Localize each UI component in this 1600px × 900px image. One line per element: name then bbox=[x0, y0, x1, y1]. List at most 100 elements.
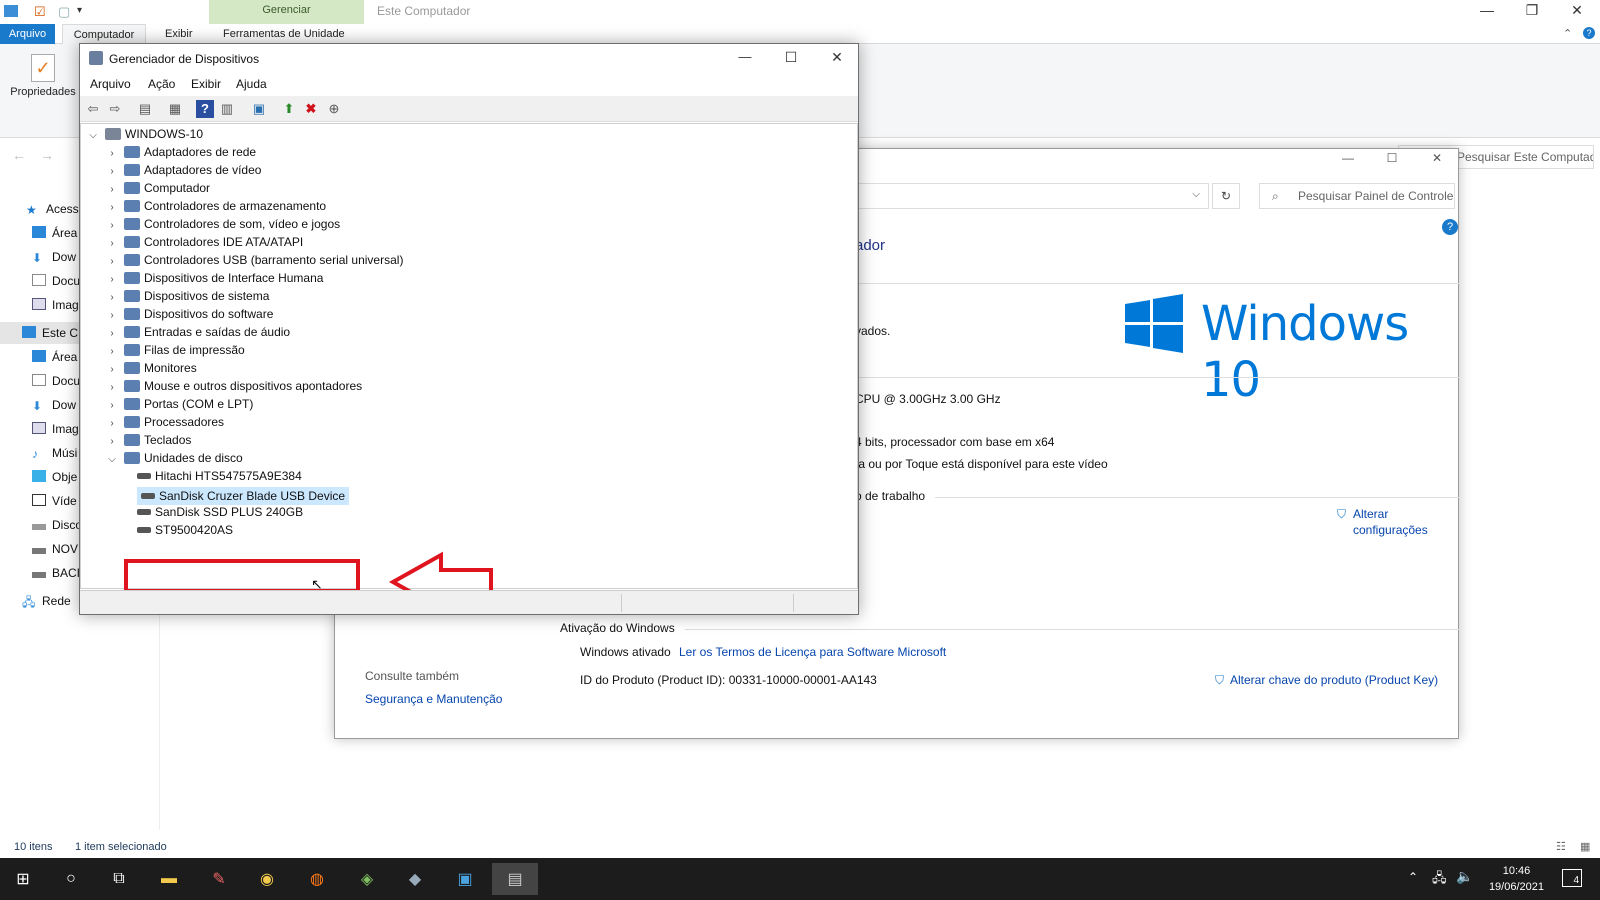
collapse-chevron-icon[interactable]: ⌵ bbox=[87, 127, 99, 145]
explorer-restore-icon[interactable]: ❐ bbox=[1517, 2, 1547, 19]
system-app-icon[interactable]: ▣ bbox=[442, 863, 488, 895]
search-circle-icon[interactable]: ○ bbox=[48, 863, 94, 895]
device-category[interactable]: › Dispositivos do software bbox=[106, 305, 273, 323]
nav-drive-nov[interactable]: NOV bbox=[32, 538, 78, 560]
menu-ajuda[interactable]: Ajuda bbox=[236, 77, 267, 91]
nav-drive-backup[interactable]: BACI bbox=[32, 562, 80, 584]
collapse-chevron-icon[interactable]: ⌵ bbox=[106, 451, 118, 469]
start-windows-icon[interactable]: ⊞ bbox=[0, 863, 46, 895]
device-category[interactable]: › Teclados bbox=[106, 431, 191, 449]
device-manager-taskbar-icon[interactable]: ▤ bbox=[492, 863, 538, 895]
device-category[interactable]: › Mouse e outros dispositivos apontadores bbox=[106, 377, 362, 395]
nav-music[interactable]: ♪ Músi bbox=[32, 442, 77, 464]
system-help-icon[interactable]: ? bbox=[1442, 219, 1458, 235]
disk-device[interactable]: ST9500420AS bbox=[137, 521, 233, 539]
task-view-icon[interactable]: ⧉ bbox=[96, 863, 142, 895]
clock[interactable]: 10:46 19/06/2021 bbox=[1489, 863, 1544, 895]
device-category[interactable]: › Controladores IDE ATA/ATAPI bbox=[106, 233, 303, 251]
disk-device[interactable]: Hitachi HTS547575A9E384 bbox=[137, 467, 302, 485]
help-icon[interactable]: ? bbox=[1583, 27, 1595, 39]
nav-videos[interactable]: Víde bbox=[32, 490, 77, 512]
forward-arrow-icon[interactable]: ⇨ bbox=[106, 100, 124, 118]
tray-chevron-icon[interactable]: ⌃ bbox=[1408, 870, 1418, 884]
device-category[interactable]: › Controladores de armazenamento bbox=[106, 197, 326, 215]
properties-quick-icon[interactable]: ☑ bbox=[34, 4, 46, 20]
device-category[interactable]: › Controladores de som, vídeo e jogos bbox=[106, 215, 340, 233]
file-explorer-icon[interactable]: ▬ bbox=[146, 863, 192, 895]
notification-center-icon[interactable]: 4 bbox=[1562, 869, 1582, 887]
nav-desktop[interactable]: Área bbox=[32, 222, 77, 244]
large-icons-view-icon[interactable]: ▦ bbox=[1580, 840, 1590, 853]
device-category[interactable]: › Controladores USB (barramento serial un… bbox=[106, 251, 403, 269]
device-category[interactable]: › Computador bbox=[106, 179, 210, 197]
nav-documents-2[interactable]: Docu bbox=[32, 370, 80, 392]
tree-root[interactable]: ⌵ WINDOWS-10 bbox=[87, 125, 203, 143]
menu-acao[interactable]: Ação bbox=[148, 77, 175, 91]
tab-arquivo[interactable]: Arquivo bbox=[0, 24, 55, 44]
nav-pictures-2[interactable]: Imag bbox=[32, 418, 79, 440]
update-driver-icon[interactable]: ⬆ bbox=[280, 100, 298, 118]
explorer-close-icon[interactable]: ✕ bbox=[1562, 2, 1592, 19]
device-category[interactable]: › Adaptadores de rede bbox=[106, 143, 256, 161]
forward-arrow-icon[interactable]: → bbox=[40, 147, 54, 163]
menu-exibir[interactable]: Exibir bbox=[191, 77, 221, 91]
app-icon[interactable]: ◈ bbox=[344, 863, 390, 895]
uninstall-device-icon[interactable]: ✖ bbox=[302, 100, 320, 118]
back-arrow-icon[interactable]: ← bbox=[12, 147, 26, 163]
nav-quick-access[interactable]: ★ Acesso bbox=[26, 198, 85, 220]
tab-ferramentas-unidade[interactable]: Ferramentas de Unidade bbox=[215, 24, 353, 44]
nav-network[interactable]: 🖧 Rede bbox=[22, 590, 71, 612]
device-category[interactable]: › Entradas e saídas de áudio bbox=[106, 323, 290, 341]
app-icon[interactable]: ◆ bbox=[392, 863, 438, 895]
nav-3d-objects[interactable]: Obje bbox=[32, 466, 77, 488]
menu-arquivo[interactable]: Arquivo bbox=[90, 77, 131, 91]
address-bar[interactable]: ⌵ bbox=[835, 183, 1209, 209]
device-category[interactable]: ⌵ Unidades de disco bbox=[106, 449, 243, 467]
properties-button[interactable]: ✓ Propriedades bbox=[8, 54, 78, 98]
new-folder-quick-icon[interactable]: ▢ bbox=[58, 4, 70, 20]
tab-exibir[interactable]: Exibir bbox=[157, 24, 201, 44]
network-tray-icon[interactable]: 🖧 bbox=[1432, 869, 1447, 891]
download-driver-icon[interactable]: ⊕ bbox=[325, 100, 343, 118]
dm-maximize-icon[interactable]: ☐ bbox=[776, 49, 806, 66]
nav-downloads-2[interactable]: ⬇ Dow bbox=[32, 394, 76, 416]
details-view-icon[interactable]: ☷ bbox=[1556, 840, 1566, 853]
system-close-icon[interactable]: ✕ bbox=[1422, 151, 1452, 165]
device-category[interactable]: › Filas de impressão bbox=[106, 341, 244, 359]
security-maintenance-link[interactable]: Segurança e Manutenção bbox=[365, 692, 502, 706]
system-minimize-icon[interactable]: — bbox=[1333, 151, 1363, 165]
scan-hardware-icon[interactable]: ▣ bbox=[250, 100, 268, 118]
device-category[interactable]: › Dispositivos de sistema bbox=[106, 287, 269, 305]
dm-minimize-icon[interactable]: — bbox=[730, 49, 760, 64]
back-arrow-icon[interactable]: ⇦ bbox=[84, 100, 102, 118]
nav-local-disk[interactable]: Disco bbox=[32, 514, 82, 536]
nav-desktop-2[interactable]: Área bbox=[32, 346, 77, 368]
control-panel-search-input[interactable]: ⌕ Pesquisar Painel de Controle bbox=[1259, 183, 1455, 209]
device-category[interactable]: › Monitores bbox=[106, 359, 196, 377]
dm-close-icon[interactable]: ✕ bbox=[822, 49, 852, 66]
chrome-icon[interactable]: ◉ bbox=[244, 863, 290, 895]
action-pane-icon[interactable]: ▥ bbox=[218, 100, 236, 118]
ribbon-collapse-icon[interactable]: ⌃ bbox=[1563, 27, 1572, 40]
volume-tray-icon[interactable]: 🔈 bbox=[1456, 868, 1473, 885]
disk-device[interactable]: SanDisk SSD PLUS 240GB bbox=[137, 503, 303, 521]
device-category[interactable]: › Processadores bbox=[106, 413, 224, 431]
nav-downloads[interactable]: ⬇ Dow bbox=[32, 246, 76, 268]
device-category[interactable]: › Adaptadores de vídeo bbox=[106, 161, 261, 179]
nav-pictures[interactable]: Imag bbox=[32, 294, 79, 316]
explorer-minimize-icon[interactable]: — bbox=[1472, 2, 1502, 18]
show-hide-console-tree-icon[interactable]: ▤ bbox=[136, 100, 154, 118]
firefox-icon[interactable]: ◍ bbox=[294, 863, 340, 895]
system-maximize-icon[interactable]: ☐ bbox=[1377, 151, 1407, 165]
address-dropdown-icon[interactable]: ⌵ bbox=[1192, 189, 1200, 200]
device-category[interactable]: › Portas (COM e LPT) bbox=[106, 395, 253, 413]
refresh-icon[interactable]: ↻ bbox=[1212, 183, 1240, 209]
tab-computador[interactable]: Computador bbox=[62, 24, 146, 44]
device-category[interactable]: › Dispositivos de Interface Humana bbox=[106, 269, 323, 287]
help-icon[interactable]: ? bbox=[196, 100, 214, 118]
properties-icon[interactable]: ▦ bbox=[166, 100, 184, 118]
quick-access-dropdown-icon[interactable]: ▾ bbox=[77, 5, 82, 16]
paint-icon[interactable]: ✎ bbox=[196, 863, 242, 895]
license-terms-link[interactable]: Ler os Termos de Licença para Software M… bbox=[679, 645, 946, 659]
nav-documents[interactable]: Docu bbox=[32, 270, 80, 292]
